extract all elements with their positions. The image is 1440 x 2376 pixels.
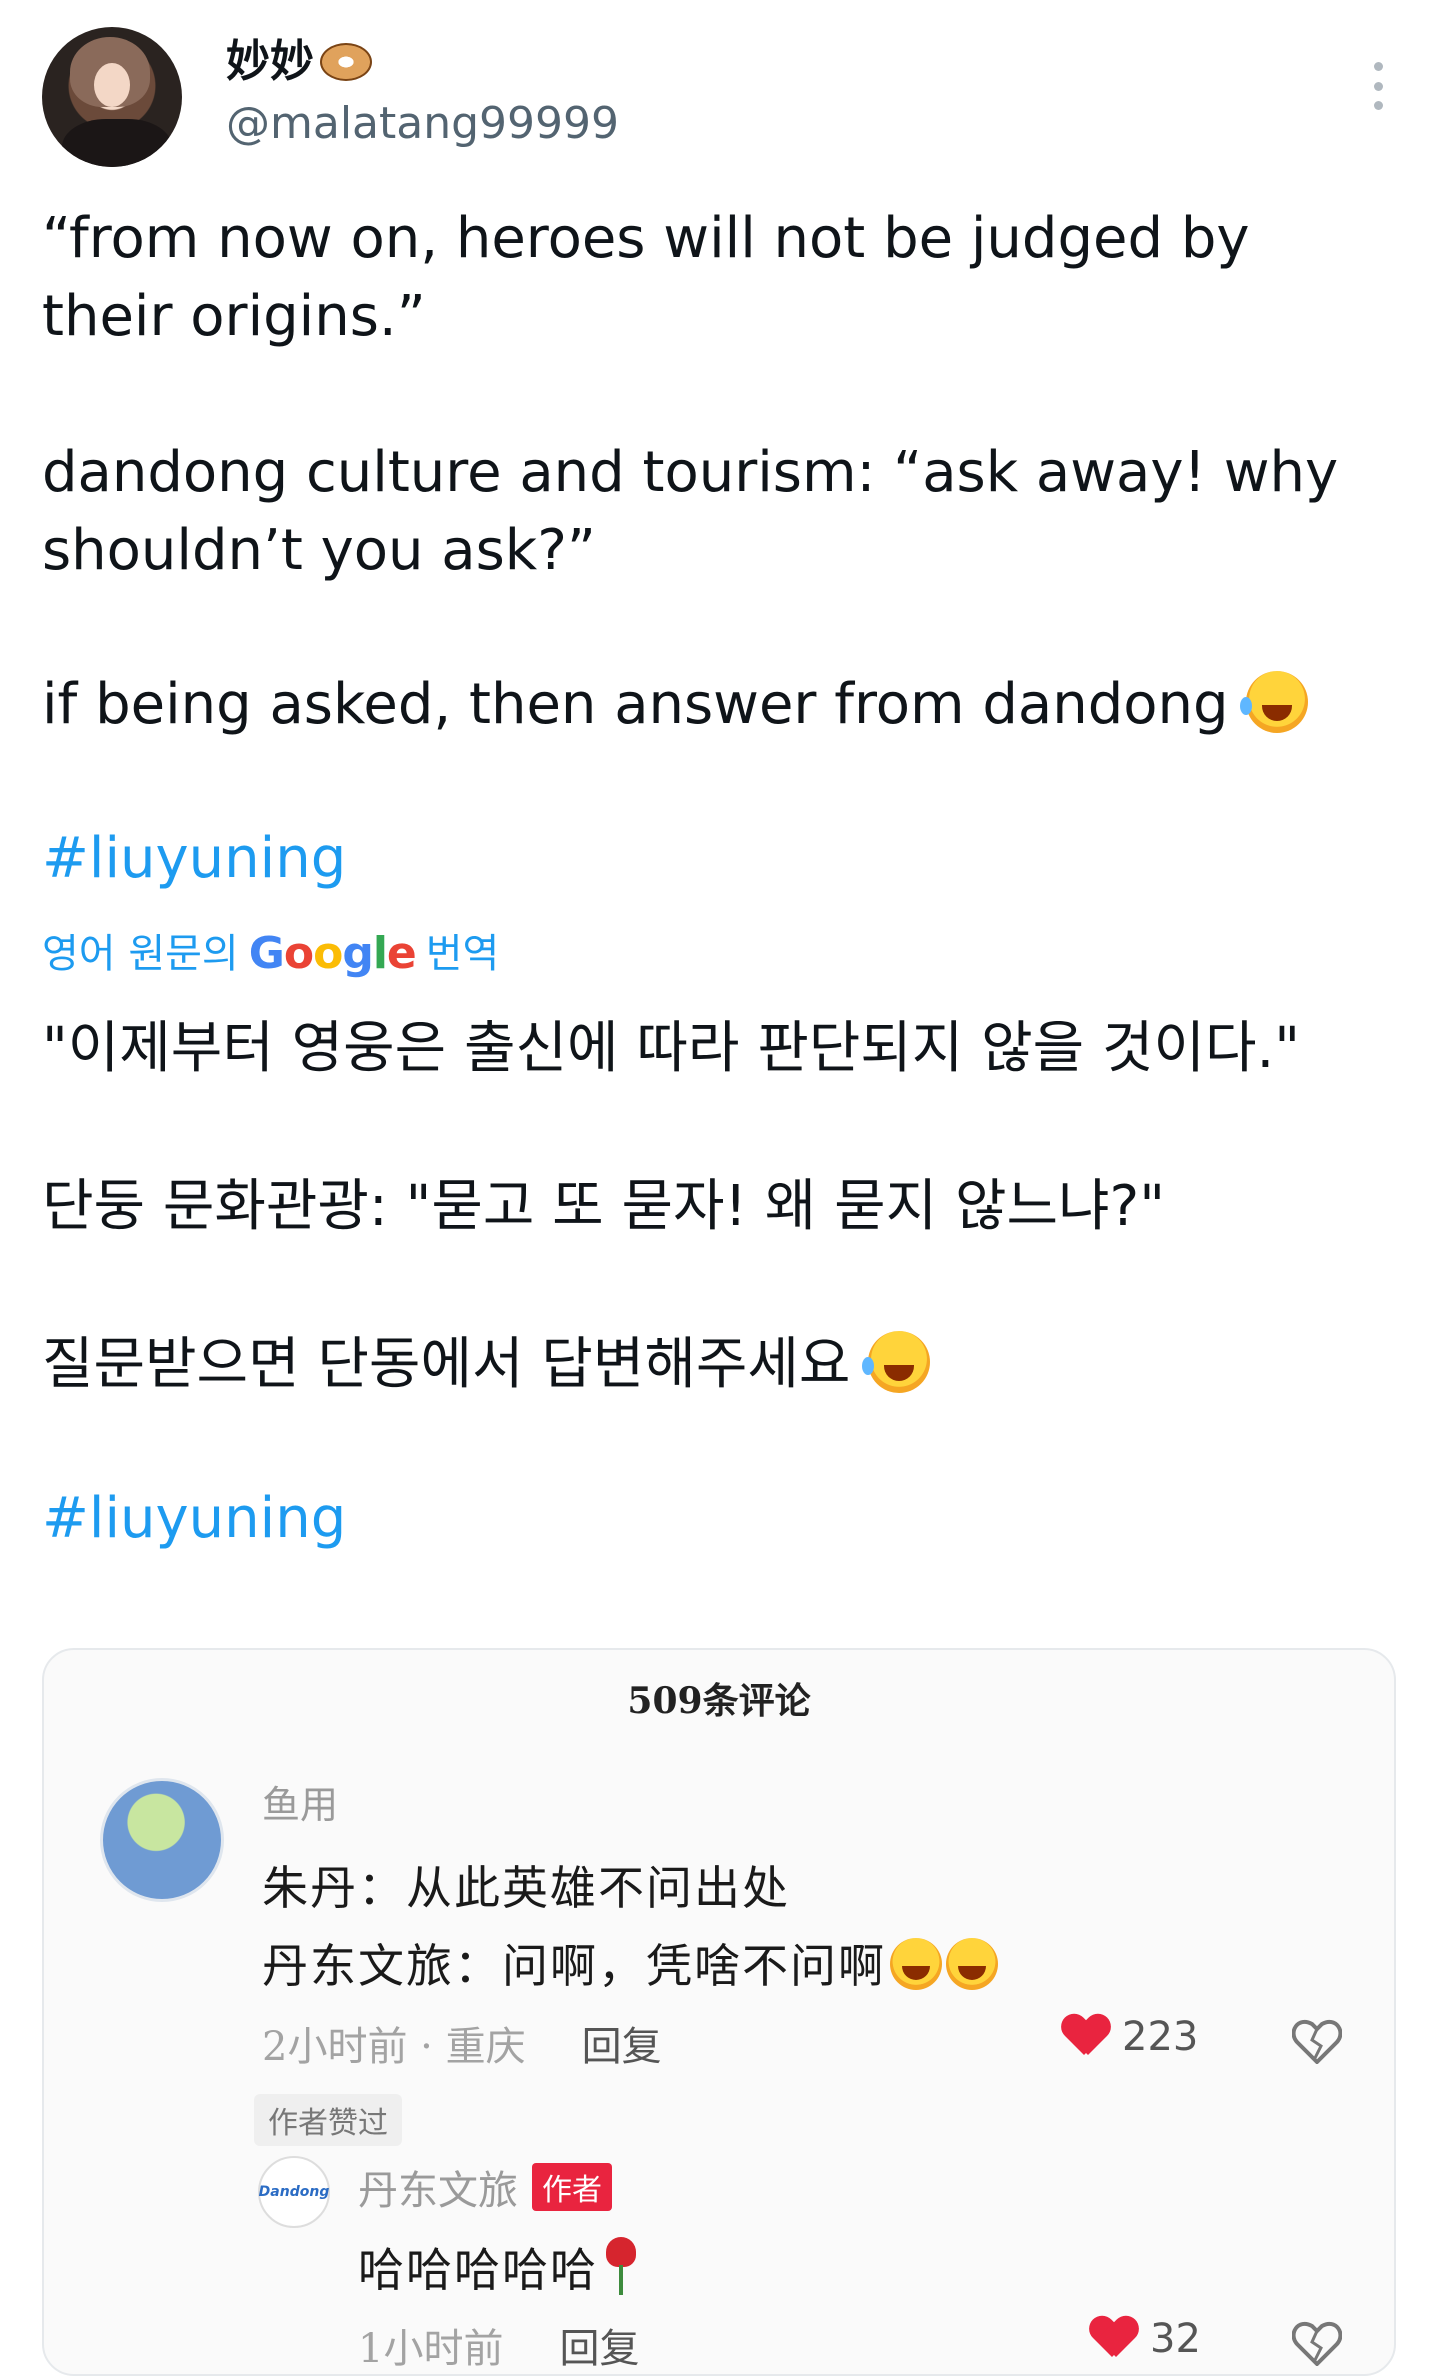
rofl-emoji-icon: [862, 1331, 931, 1393]
reply-meta: 1小时前 回复: [358, 2316, 639, 2374]
translated-hashtag-link[interactable]: #liuyuning: [42, 1480, 346, 1558]
tweet-text-1: “from now on, heroes will not be judged …: [42, 206, 1250, 349]
display-name[interactable]: 妙妙: [226, 36, 372, 88]
comment-author: 鱼用: [262, 1783, 339, 1827]
avatar-face: [94, 63, 130, 107]
dislike-icon: [1292, 2020, 1342, 2064]
comment-line-1: 朱丹：从此英雄不问出处: [262, 1861, 790, 1915]
comment-line-2: 丹东文旅：问啊，凭啥不问啊: [262, 1930, 998, 1996]
avatar-body: [62, 119, 172, 167]
rofl-emoji-icon: [1240, 671, 1309, 733]
comment-reply-label: 回复: [581, 2024, 662, 2070]
comment-location: · 重庆: [420, 2024, 526, 2070]
reply-time: 1小时前: [358, 2326, 504, 2372]
rose-icon: [604, 2237, 638, 2297]
donut-icon: [320, 43, 372, 81]
reply-avatar: Dandong: [258, 2156, 330, 2228]
more-options-icon[interactable]: [1372, 62, 1384, 110]
reply-likes: 32: [1090, 2316, 1201, 2362]
laughing-crying-emoji-icon: [946, 1938, 998, 1990]
author-liked-badge: 作者赞过: [254, 2094, 402, 2146]
comment-line-2-text: 丹东文旅：问啊，凭啥不问啊: [262, 1939, 886, 1993]
google-logo-icon: Google: [248, 928, 417, 979]
display-name-text[interactable]: 妙妙: [226, 36, 314, 88]
comments-count-title: 509条评论: [627, 1680, 811, 1722]
comment-time-location: 2小时前 · 重庆: [262, 2014, 526, 2072]
tweet-text-2: dandong culture and tourism: “ask away! …: [42, 440, 1339, 583]
tweet-text-3: if being asked, then answer from dandong: [42, 666, 1372, 744]
comment-time: 2小时前: [262, 2024, 408, 2070]
author-badge: 作者: [532, 2163, 612, 2211]
attached-image[interactable]: 509条评论 鱼用 朱丹：从此英雄不问出处 丹东文旅：问啊，凭啥不问啊 2小时前…: [42, 1648, 1396, 2376]
user-handle[interactable]: @malatang99999: [226, 98, 619, 150]
comment-meta: 2小时前 · 重庆 回复: [262, 2014, 662, 2072]
reply-text: 哈哈哈哈哈: [358, 2243, 598, 2297]
reply-author-row: 丹东文旅 作者: [358, 2158, 612, 2216]
hashtag-link[interactable]: #liuyuning: [42, 820, 346, 898]
comment-like-count: 223: [1122, 2014, 1199, 2060]
tweet-text-3-content: if being asked, then answer from dandong: [42, 672, 1229, 737]
heart-icon: [1062, 2015, 1110, 2059]
reply-author: 丹东文旅: [358, 2168, 518, 2214]
commenter-avatar: [100, 1778, 224, 1902]
translation-prefix: 영어 원문의: [42, 931, 239, 977]
comment-likes: 223: [1062, 2014, 1198, 2060]
translation-attribution: 영어 원문의 Google 번역: [42, 926, 499, 982]
reply-like-count: 32: [1150, 2316, 1201, 2362]
translated-text-3: 질문받으면 단동에서 답변해주세요: [42, 1326, 1372, 1404]
translated-text-3-content: 질문받으면 단동에서 답변해주세요: [42, 1332, 851, 1397]
translated-text-2: 단둥 문화관광: "묻고 또 묻자! 왜 묻지 않느냐?": [42, 1174, 1165, 1239]
dislike-icon: [1292, 2322, 1342, 2366]
translation-suffix: 번역: [425, 931, 500, 977]
reply-text-row: 哈哈哈哈哈: [358, 2234, 638, 2300]
reply-reply-label: 回复: [559, 2326, 640, 2372]
laughing-crying-emoji-icon: [890, 1938, 942, 1990]
heart-icon: [1090, 2317, 1138, 2361]
translated-text-1: "이제부터 영웅은 출신에 따라 판단되지 않을 것이다.": [42, 1016, 1301, 1081]
profile-avatar[interactable]: [42, 27, 182, 167]
